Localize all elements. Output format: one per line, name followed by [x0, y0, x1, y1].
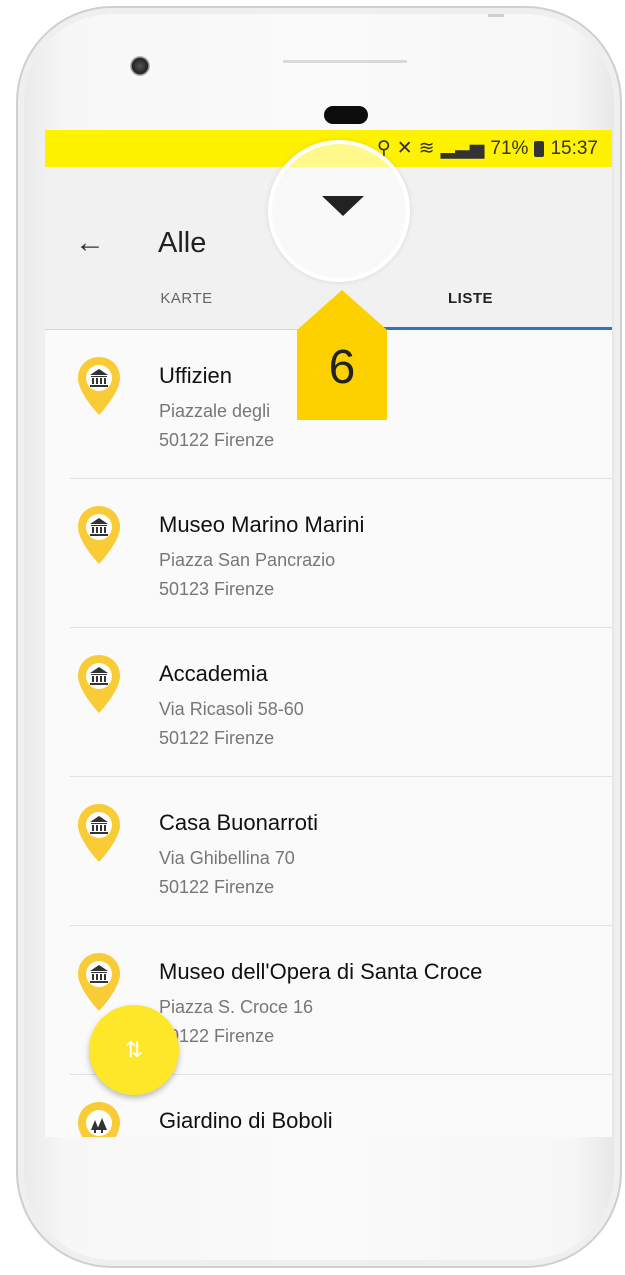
museum-icon [78, 804, 120, 862]
place-address-line1: Piazzale degli [159, 401, 271, 421]
page-title: Alle [158, 227, 207, 259]
sort-fab-button[interactable]: ⇅ [89, 1005, 179, 1095]
phone-top-nub [488, 14, 504, 17]
tab-karte[interactable]: KARTE [45, 281, 328, 330]
museum-icon [78, 506, 120, 564]
list-item[interactable]: Accademia Via Ricasoli 58-60 50122 Firen… [70, 628, 612, 777]
place-address-line1: Piazza S. Croce 16 [159, 997, 314, 1017]
place-address-line2: 50122 Firenze [159, 728, 275, 748]
park-icon [78, 1102, 120, 1137]
mute-icon: ✕ [396, 138, 413, 159]
arrow-left-icon: ← [75, 226, 105, 259]
place-address-line1: Via Ghibellina 70 [159, 848, 295, 868]
museum-icon [78, 953, 120, 1011]
list-item[interactable]: Casa Buonarroti Via Ghibellina 70 50122 … [70, 777, 612, 926]
status-time: 15:37 [550, 137, 598, 159]
dropdown-triangle-icon[interactable] [322, 196, 364, 216]
phone-speaker-grille [283, 60, 407, 63]
place-address-line1: Piazza San Pancrazio [159, 550, 336, 570]
battery-icon [534, 140, 545, 157]
list-item[interactable]: Museo Marino Marini Piazza San Pancrazio… [70, 479, 612, 628]
museum-icon [78, 655, 120, 713]
place-address-line1: Via Ricasoli 58-60 [159, 699, 304, 719]
place-address-line2: 50122 Firenze [159, 877, 275, 897]
place-address-line2: 50122 Firenze [159, 430, 275, 450]
callout-number: 6 [328, 341, 356, 394]
place-name: Museo Marino Marini [159, 512, 365, 537]
sort-arrows-icon: ⇅ [124, 1037, 144, 1062]
front-camera [130, 56, 150, 76]
back-button[interactable]: ← [75, 226, 107, 259]
place-name: Accademia [159, 661, 268, 686]
place-address-line2: 50123 Firenze [159, 579, 275, 599]
museum-icon [78, 357, 120, 415]
battery-percent: 71% [490, 137, 529, 159]
place-name: Museo dell'Opera di Santa Croce [159, 959, 483, 984]
place-name: Casa Buonarroti [159, 810, 318, 835]
place-name: Giardino di Boboli [159, 1108, 333, 1133]
place-name: Uffizien [159, 363, 232, 388]
earpiece [324, 106, 368, 124]
signal-icon: ▂▃▅ [440, 138, 485, 159]
wifi-icon: ≋ [418, 138, 435, 159]
